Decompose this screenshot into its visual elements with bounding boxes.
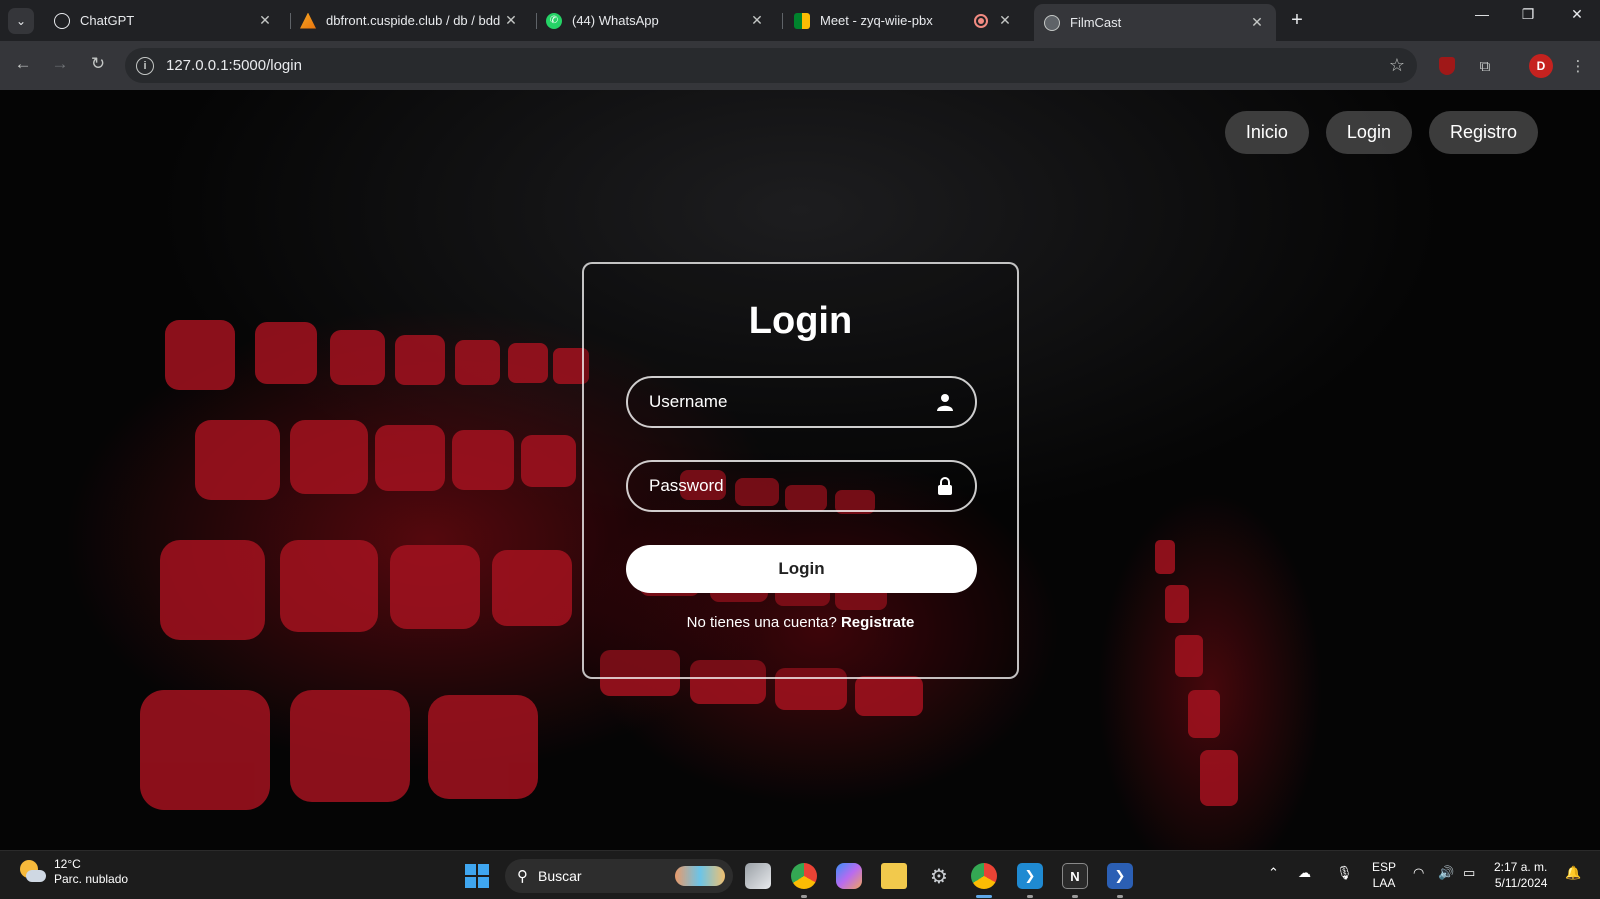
nav-inicio-button[interactable]: Inicio [1224,111,1309,154]
language-code: ESP [1372,860,1397,874]
running-indicator [1117,895,1123,898]
login-title: Login [748,300,853,342]
windows-taskbar: 12°C Parc. nublado ⚲ Buscar ⚙ ❯ N ❯ ⌃ ☁ … [0,850,1600,899]
weather-temperature: 12°C [54,857,81,871]
nav-login-button[interactable]: Login [1325,111,1412,154]
forward-arrow-icon[interactable]: → [48,54,72,74]
tab-dbfront[interactable]: dbfront.cuspide.club / db / bdd ✕ [290,6,530,35]
tab-whatsapp[interactable]: ✆ (44) WhatsApp ✕ [536,6,776,35]
bookmark-star-icon[interactable]: ☆ [1389,55,1405,76]
microphone-icon[interactable]: 🎙 [1336,865,1353,881]
close-icon[interactable]: ✕ [996,12,1014,29]
running-indicator [1027,895,1033,898]
login-card: Login Username Password Login No tienes … [582,262,1019,679]
notion-icon[interactable]: N [1062,863,1088,889]
dbfront-icon [300,12,316,29]
tab-title: Meet - zyq-wiie-pbx [820,13,933,28]
recording-icon [974,13,988,28]
language-indicator[interactable]: ESP LAA [1372,859,1396,891]
settings-gear-icon[interactable]: ⚙ [926,863,952,889]
wifi-icon[interactable]: ◠ [1413,865,1424,881]
chrome-profile-icon[interactable] [971,863,997,889]
keyboard-layout: LAA [1372,876,1396,890]
notification-bell-icon[interactable]: 🔔 [1565,865,1581,881]
register-prompt: No tienes una cuenta? Registrate [584,614,1017,631]
system-clock[interactable]: 2:17 a. m. 5/11/2024 [1494,859,1547,891]
globe-icon [1044,14,1060,31]
tab-title: (44) WhatsApp [572,13,659,28]
close-icon[interactable]: ✕ [256,12,274,29]
running-indicator [1072,895,1078,898]
weather-widget[interactable]: 12°C Parc. nublado [18,857,128,887]
login-submit-button[interactable]: Login [626,545,977,593]
username-placeholder: Username [649,392,728,411]
running-indicator [801,895,807,898]
chrome-icon[interactable] [791,863,817,889]
tab-filmcast[interactable]: FilmCast ✕ [1034,4,1276,41]
tab-title: dbfront.cuspide.club / db / bdd [326,13,501,28]
vscode-icon[interactable]: ❯ [1017,863,1043,889]
weather-condition: Parc. nublado [54,872,129,886]
back-arrow-icon[interactable]: ← [11,54,35,74]
task-view-icon[interactable] [745,863,771,889]
no-account-text: No tienes una cuenta? [686,614,837,631]
chatgpt-icon [54,12,70,29]
close-icon[interactable]: ✕ [502,12,520,29]
tab-separator [782,13,783,29]
password-placeholder: Password [649,476,724,495]
partly-cloudy-icon [18,858,46,886]
close-window-button[interactable]: ✕ [1554,6,1600,23]
tab-title: FilmCast [1070,15,1122,30]
tab-search-button[interactable]: ⌄ [8,7,34,34]
url-text: 127.0.0.1:5000/login [166,57,302,74]
password-field[interactable]: Password [626,460,977,512]
copilot-icon[interactable] [836,863,862,889]
top-nav: Inicio Login Registro [1224,111,1538,154]
clock-time: 2:17 a. m. [1494,860,1548,874]
lock-icon [935,476,955,496]
tab-meet[interactable]: Meet - zyq-wiie-pbx ✕ [784,6,1024,35]
filmcast-login-page: Inicio Login Registro Login Username Pas… [0,90,1600,850]
ublock-icon[interactable] [1436,55,1458,77]
restore-button[interactable]: ❐ [1505,6,1551,23]
username-field[interactable]: Username [626,376,977,428]
onedrive-icon[interactable]: ☁ [1298,865,1311,881]
taskbar-search[interactable]: ⚲ Buscar [505,859,733,893]
extensions-puzzle-icon[interactable]: ⧉ [1474,55,1496,77]
register-link[interactable]: Registrate [841,614,914,631]
battery-icon[interactable]: ▭ [1463,865,1475,881]
clock-date: 5/11/2024 [1494,876,1548,890]
tab-title: ChatGPT [80,13,135,28]
search-highlight-image [675,866,725,886]
reload-icon[interactable]: ↻ [86,54,110,74]
powershell-icon[interactable]: ❯ [1107,863,1133,889]
whatsapp-icon: ✆ [546,12,562,29]
chevron-up-icon[interactable]: ⌃ [1268,865,1279,881]
file-explorer-icon[interactable] [881,863,907,889]
close-icon[interactable]: ✕ [748,12,766,29]
search-icon: ⚲ [517,868,528,885]
active-indicator [976,895,992,898]
close-icon[interactable]: ✕ [1248,14,1266,31]
address-bar[interactable]: i 127.0.0.1:5000/login ☆ [125,48,1417,83]
new-tab-button[interactable]: + [1286,9,1308,32]
volume-icon[interactable]: 🔊 [1438,865,1454,881]
nav-registro-button[interactable]: Registro [1428,111,1538,154]
menu-kebab-icon[interactable]: ⋮ [1567,55,1589,77]
tab-chatgpt[interactable]: ChatGPT ✕ [44,6,284,35]
site-info-icon[interactable]: i [136,56,154,75]
windows-start-icon[interactable] [465,864,489,888]
meet-icon [794,12,810,29]
profile-avatar[interactable]: D [1529,54,1553,78]
taskbar-search-label: Buscar [538,868,582,884]
user-icon [935,392,955,412]
minimize-button[interactable]: — [1459,6,1505,22]
